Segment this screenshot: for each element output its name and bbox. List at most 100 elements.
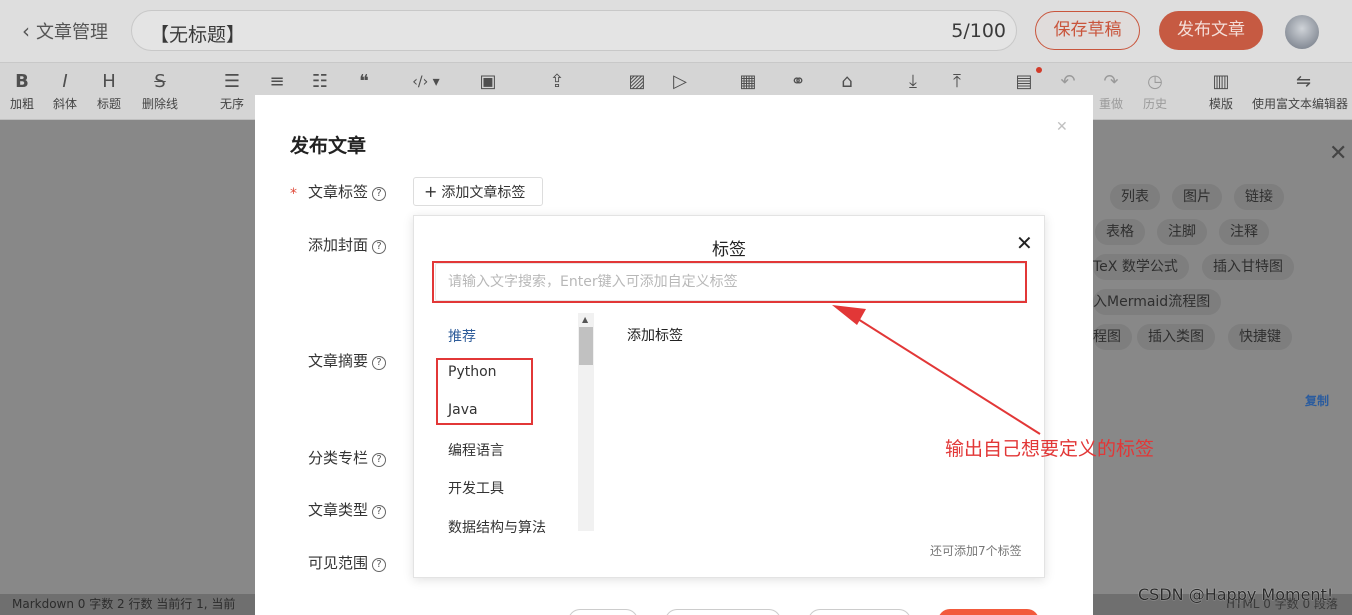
rich-text-editor-button[interactable]: ⇋ 使用富文本编辑器 [1252,71,1352,112]
back-to-article-management[interactable]: ‹ 文章管理 [22,18,108,44]
heading-button[interactable]: H 标题 [95,71,123,112]
template-icon: ▥ [1212,71,1230,92]
ordered-list-button[interactable]: ≡ [265,71,289,93]
table-icon: ▦ [739,71,757,92]
help-chip[interactable]: 注释 [1219,219,1269,245]
modal-close-icon[interactable]: ✕ [1056,119,1068,135]
ordered-list-icon: ≡ [269,71,285,92]
image-icon: ▨ [628,71,646,92]
article-title-input[interactable]: 【无标题】 5/100 [131,10,1017,51]
help-chip[interactable]: 程图 [1093,324,1132,350]
redo-button[interactable]: ↷ 重做 [1096,71,1126,112]
help-chip[interactable]: 表格 [1095,219,1145,245]
copy-link[interactable]: 复制 [1305,392,1329,409]
category-scrollbar[interactable]: ▲ [578,313,594,531]
help-icon[interactable]: ? [372,356,387,370]
modal-footer-button[interactable] [808,609,911,615]
scrollbar-thumb[interactable] [579,327,593,365]
help-chip[interactable]: 列表 [1110,184,1160,210]
tag-category-programming-language[interactable]: 编程语言 [448,440,504,460]
scroll-up-icon[interactable]: ▲ [582,315,588,324]
help-chip[interactable]: 快捷键 [1228,324,1292,350]
unordered-list-button[interactable]: ☰ 无序 [217,71,247,112]
strikethrough-icon: S [154,71,166,92]
table-button[interactable]: ▦ [736,71,760,93]
modal-title: 发布文章 [290,135,367,157]
remaining-tags-count: 还可添加7个标签 [930,544,1022,558]
switch-icon: ⇋ [1296,71,1312,92]
vote-icon: ⌂ [841,71,853,92]
image-button[interactable]: ▨ [625,71,649,93]
avatar[interactable] [1285,15,1319,49]
help-icon[interactable]: ? [372,240,387,254]
tag-category-recommend[interactable]: 推荐 [448,326,476,346]
article-title-value: 【无标题】 [150,24,246,46]
field-label-tags: 文章标签? [308,181,387,202]
annotation-text: 输出自己想要定义的标签 [945,438,1155,460]
chevron-left-icon: ‹ [22,19,30,43]
modal-footer-button[interactable] [665,609,781,615]
strikethrough-button[interactable]: S 删除线 [138,71,182,112]
bold-icon: B [15,71,29,92]
unordered-list-icon: ☰ [223,71,241,92]
back-label: 文章管理 [36,22,108,43]
bold-button[interactable]: B 加粗 [8,71,36,112]
help-chip[interactable]: 入Mermaid流程图 [1093,289,1222,315]
upload-icon: ⤒ [953,71,961,92]
import-button[interactable]: ⤓ [901,71,925,93]
export-button[interactable]: ⤒ [945,71,969,93]
help-chip[interactable]: 图片 [1172,184,1222,210]
unsaved-dot [1036,67,1042,73]
tag-category-data-structures[interactable]: 数据结构与算法 [448,517,546,537]
history-button[interactable]: ◷ 历史 [1140,71,1170,112]
quote-button[interactable]: ❝ [352,71,376,93]
add-tag-label: 添加标签 [627,328,683,344]
save-button[interactable]: ▤ [1012,71,1036,93]
italic-icon: I [62,71,68,92]
modal-publish-button[interactable] [938,609,1039,615]
field-label-cover: 添加封面? [308,234,387,255]
modal-footer-button[interactable] [568,609,638,615]
heading-icon: H [102,71,116,92]
tag-popup-close-icon[interactable]: ✕ [1016,231,1033,255]
save-draft-button[interactable]: 保存草稿 [1035,11,1140,50]
status-left: Markdown 0 字数 2 行数 当前行 1, 当前 [12,597,236,611]
code-window-icon: ▣ [479,71,497,92]
field-label-column: 分类专栏? [308,447,387,468]
undo-button[interactable]: ↶ [1056,71,1080,93]
help-chip[interactable]: 注脚 [1157,219,1207,245]
field-label-summary: 文章摘要? [308,350,387,371]
video-button[interactable]: ▷ [668,71,692,93]
download-icon: ⤓ [909,71,917,92]
tag-category-dev-tools[interactable]: 开发工具 [448,478,504,498]
redo-icon: ↷ [1103,71,1119,92]
code-inline-button[interactable]: ▣ [476,71,500,93]
help-icon[interactable]: ? [372,505,387,519]
help-chip[interactable]: 插入甘特图 [1202,254,1294,280]
help-icon[interactable]: ? [372,558,387,572]
video-icon: ▷ [673,71,687,92]
annotation-box-search [432,261,1027,303]
help-chip[interactable]: 链接 [1234,184,1284,210]
code-block-button[interactable]: ‹/› ▾ [404,71,448,93]
upload-button[interactable]: ⇪ [545,71,569,93]
task-list-icon: ☷ [311,71,329,92]
vote-button[interactable]: ⌂ [835,71,859,93]
help-chip[interactable]: 插入类图 [1137,324,1215,350]
upload-box-icon: ⇪ [549,71,565,92]
publish-article-button[interactable]: 发布文章 [1159,11,1263,50]
link-button[interactable]: ⚭ [786,71,810,93]
help-panel-close-icon[interactable]: ✕ [1329,141,1347,166]
italic-button[interactable]: I 斜体 [51,71,79,112]
editor-header: ‹ 文章管理 【无标题】 5/100 保存草稿 发布文章 [0,0,1352,62]
required-mark: * [290,186,297,202]
tag-popup-title: 标签 [712,240,746,260]
quote-icon: ❝ [359,71,369,92]
help-icon[interactable]: ? [372,453,387,467]
add-article-tag-button[interactable]: + 添加文章标签 [413,177,543,206]
field-label-type: 文章类型? [308,499,387,520]
template-button[interactable]: ▥ 模版 [1206,71,1236,112]
task-list-button[interactable]: ☷ [308,71,332,93]
help-chip[interactable]: TeX 数学公式 [1093,254,1189,280]
help-icon[interactable]: ? [372,187,387,201]
